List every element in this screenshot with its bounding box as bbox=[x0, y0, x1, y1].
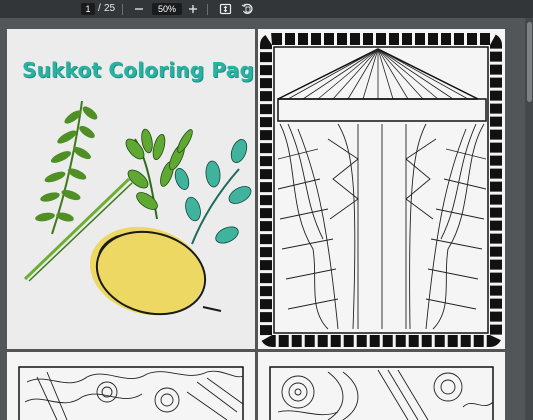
pattern-line-art bbox=[18, 366, 244, 420]
four-species-illustration bbox=[23, 100, 252, 316]
fit-page-button[interactable] bbox=[219, 0, 232, 18]
pdf-page-1[interactable]: Sukkot Coloring Pages bbox=[7, 29, 255, 349]
fit-page-icon bbox=[219, 3, 232, 15]
page-number-input[interactable]: 1 bbox=[81, 3, 95, 15]
pdf-page-2[interactable] bbox=[258, 29, 505, 349]
zoom-out-button[interactable] bbox=[134, 0, 144, 18]
plus-icon bbox=[189, 5, 197, 13]
rotate-button[interactable] bbox=[241, 0, 254, 18]
zoom-level-input[interactable]: 50% bbox=[152, 3, 182, 15]
rotate-icon bbox=[241, 3, 253, 14]
scrollbar-thumb[interactable] bbox=[527, 22, 532, 102]
sukkah-line-art bbox=[260, 33, 502, 347]
pdf-page-3[interactable] bbox=[7, 352, 255, 420]
pdf-toolbar: 1 / 25 50% bbox=[0, 0, 533, 18]
zoom-in-button[interactable] bbox=[188, 0, 198, 18]
toolbar-divider bbox=[207, 4, 208, 15]
total-pages: 25 bbox=[104, 3, 116, 14]
page-separator: / bbox=[98, 3, 101, 14]
floral-line-art bbox=[269, 366, 494, 420]
minus-icon bbox=[135, 8, 143, 10]
toolbar-divider bbox=[122, 4, 123, 15]
pdf-page-4[interactable] bbox=[258, 352, 505, 420]
